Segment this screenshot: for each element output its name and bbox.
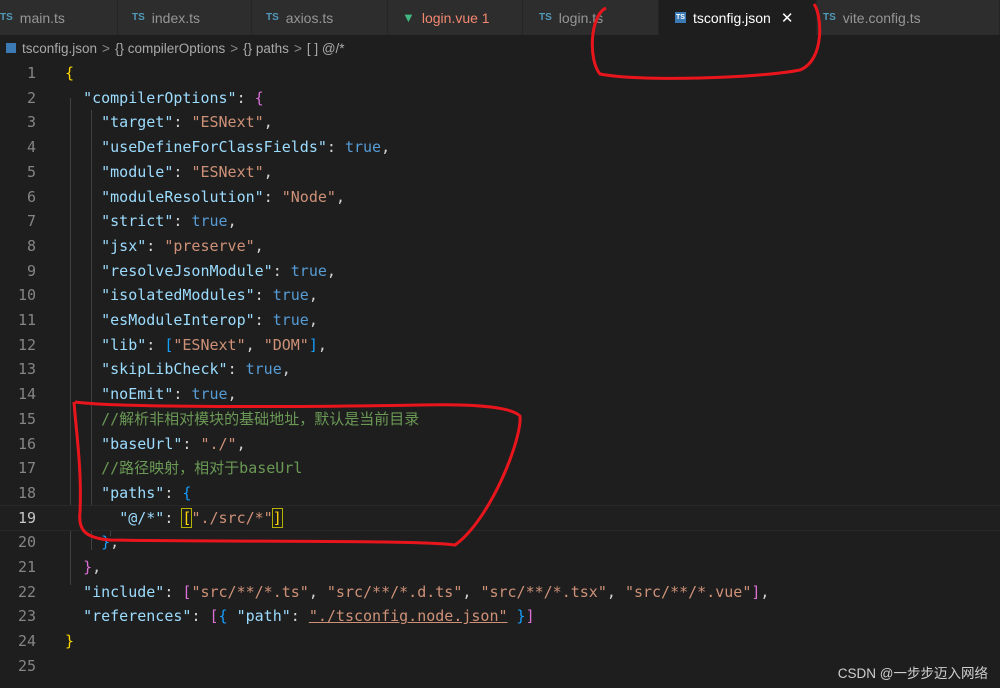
line-number: 20 <box>17 533 36 552</box>
code-line: 6 "moduleResolution": "Node", <box>0 185 1000 210</box>
tab-label: main.ts <box>19 9 65 26</box>
code-line: 14 "noEmit": true, <box>0 382 1000 407</box>
tab-bar: TS main.ts TS index.ts TS axios.ts ▼ login.v… <box>0 0 1000 35</box>
code-line: 11 "esModuleInterop": true, <box>0 308 1000 333</box>
tab-tsconfig-json[interactable]: TS tsconfig.json ✕ <box>659 0 817 35</box>
tab-label: tsconfig.json <box>693 9 771 26</box>
line-number: 6 <box>26 187 36 206</box>
json-file-icon: TS <box>675 12 686 23</box>
code-line: 3 "target": "ESNext", <box>0 110 1000 135</box>
code-line: 9 "resolveJsonModule": true, <box>0 259 1000 284</box>
close-icon[interactable]: ✕ <box>781 9 794 27</box>
code-line: 2 "compilerOptions": { <box>0 86 1000 111</box>
tab-login-vue[interactable]: ▼ login.vue 1 <box>388 0 523 35</box>
typescript-file-icon: TS <box>132 12 145 23</box>
code-line: 23 "references": [{ "path": "./tsconfig.… <box>0 604 1000 629</box>
code-line: 13 "skipLibCheck": true, <box>0 357 1000 382</box>
tab-login-ts[interactable]: TS login.ts <box>523 0 659 35</box>
tab-axios-ts[interactable]: TS axios.ts <box>252 0 388 35</box>
code-line: 15 //解析非相对模块的基础地址，默认是当前目录 <box>0 407 1000 432</box>
code-line: 1{ <box>0 61 1000 86</box>
code-line: 16 "baseUrl": "./", <box>0 432 1000 457</box>
line-number: 14 <box>17 385 36 404</box>
line-number: 13 <box>17 360 36 379</box>
breadcrumb-separator: > <box>293 40 302 56</box>
breadcrumb-paths[interactable]: {} paths <box>243 41 289 56</box>
vue-file-icon: ▼ <box>402 10 415 25</box>
breadcrumb-alias[interactable]: [ ] @/* <box>307 41 345 56</box>
code-line-current: 19 "@/*": ["./src/*"] <box>0 504 1000 532</box>
line-number: 1 <box>26 64 36 82</box>
code-line: 10 "isolatedModules": true, <box>0 283 1000 308</box>
breadcrumb: tsconfig.json > {} compilerOptions > {} … <box>0 35 1000 61</box>
tab-label: axios.ts <box>285 9 334 26</box>
code-line: 24} <box>0 629 1000 654</box>
watermark: CSDN @一步步迈入网络 <box>837 666 988 681</box>
code-line: 4 "useDefineForClassFields": true, <box>0 135 1000 160</box>
code-line: 18 "paths": { <box>0 481 1000 506</box>
tab-label: vite.config.ts <box>842 9 921 26</box>
code-line: 17 //路径映射，相对于baseUrl <box>0 456 1000 481</box>
line-number: 11 <box>17 311 36 329</box>
line-number: 2 <box>26 88 36 107</box>
breadcrumb-separator: > <box>102 40 110 56</box>
line-number: 4 <box>26 138 36 157</box>
tab-label: index.ts <box>151 9 201 26</box>
typescript-file-icon: TS <box>266 12 279 23</box>
line-number: 9 <box>26 261 36 280</box>
typescript-file-icon: TS <box>0 12 13 23</box>
tab-label: login.ts <box>558 9 604 26</box>
line-number: 23 <box>17 607 36 626</box>
breadcrumb-separator: > <box>230 40 239 56</box>
line-number: 15 <box>17 409 36 428</box>
line-number: 16 <box>17 434 36 453</box>
json-file-icon <box>6 43 16 53</box>
line-number: 7 <box>26 212 36 231</box>
tab-main-ts[interactable]: TS main.ts <box>0 0 118 35</box>
typescript-file-icon: TS <box>539 12 552 23</box>
code-editor[interactable]: 1{ 2 "compilerOptions": { 3 "target": "E… <box>0 61 1000 688</box>
code-line: 5 "module": "ESNext", <box>0 160 1000 185</box>
tab-vite-config-ts[interactable]: TS vite.config.ts <box>817 0 1000 35</box>
breadcrumb-file[interactable]: tsconfig.json <box>22 41 97 56</box>
line-number: 17 <box>17 459 36 478</box>
tab-index-ts[interactable]: TS index.ts <box>118 0 252 35</box>
line-number: 22 <box>17 582 36 601</box>
tab-label: login.vue 1 <box>421 9 490 26</box>
code-line: 7 "strict": true, <box>0 209 1000 234</box>
line-number: 19 <box>17 508 36 527</box>
code-line: 20 }, <box>0 530 1000 555</box>
line-number: 25 <box>17 656 36 675</box>
code-line: 21 }, <box>0 555 1000 580</box>
line-number: 3 <box>26 113 36 132</box>
code-line: 8 "jsx": "preserve", <box>0 234 1000 259</box>
line-number: 5 <box>26 162 36 181</box>
typescript-file-icon: TS <box>823 12 836 23</box>
code-line: 12 "lib": ["ESNext", "DOM"], <box>0 333 1000 358</box>
line-number: 18 <box>17 483 36 502</box>
line-number: 10 <box>17 286 36 305</box>
line-number: 21 <box>17 558 36 576</box>
breadcrumb-compiler-options[interactable]: {} compilerOptions <box>115 41 225 56</box>
line-number: 12 <box>17 335 36 354</box>
line-number: 8 <box>26 236 36 255</box>
code-line: 22 "include": ["src/**/*.ts", "src/**/*.… <box>0 580 1000 605</box>
line-number: 24 <box>17 632 36 651</box>
